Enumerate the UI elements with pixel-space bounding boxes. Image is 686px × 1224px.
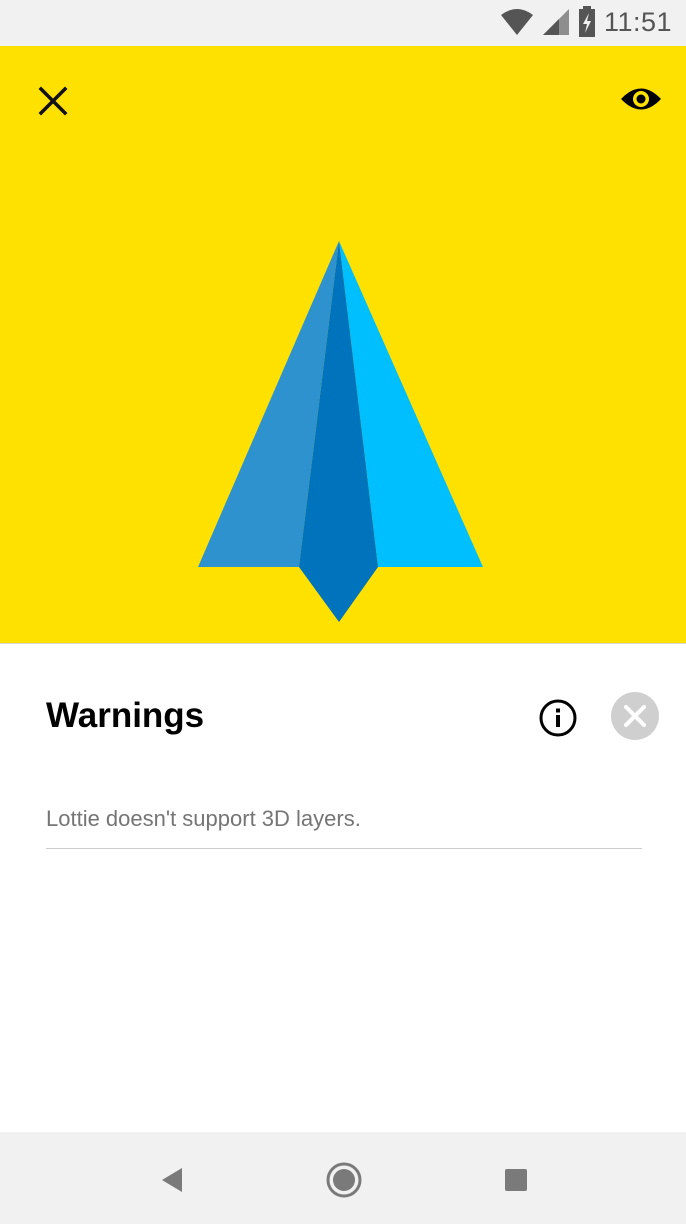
info-button[interactable]: [536, 696, 580, 740]
toggle-visibility-button[interactable]: [614, 76, 668, 122]
warning-list-item: Lottie doesn't support 3D layers.: [46, 804, 642, 849]
close-button[interactable]: [30, 78, 76, 124]
status-icons: 11:51: [500, 6, 672, 38]
back-button[interactable]: [150, 1158, 194, 1202]
home-button[interactable]: [322, 1158, 366, 1202]
cellular-signal-icon: [542, 9, 569, 35]
warnings-title: Warnings: [46, 696, 205, 735]
recents-button[interactable]: [494, 1158, 538, 1202]
battery-charging-icon: [578, 6, 595, 37]
recents-icon: [505, 1169, 527, 1191]
status-time: 11:51: [603, 6, 672, 37]
status-bar: 11:51: [0, 0, 686, 46]
back-icon: [162, 1168, 182, 1192]
animation-stage: [0, 46, 686, 644]
wifi-icon: [500, 9, 533, 35]
info-icon: [539, 699, 577, 737]
warnings-sheet: Warnings Lottie doesn't support 3D layer…: [0, 644, 686, 1132]
warning-text: Lottie doesn't support 3D layers.: [46, 806, 361, 831]
home-icon: [326, 1162, 362, 1198]
close-icon: [38, 86, 68, 116]
navigation-bar: [0, 1132, 686, 1224]
close-circle-icon: [624, 705, 646, 727]
animation-preview: [198, 241, 483, 622]
dismiss-warnings-button[interactable]: [611, 692, 659, 740]
eye-icon: [621, 88, 661, 110]
